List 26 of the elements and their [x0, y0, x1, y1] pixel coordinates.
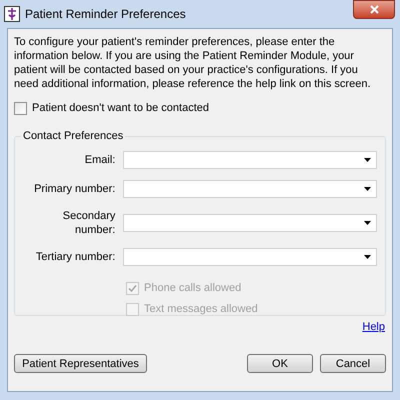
- checkbox-label: Patient doesn't want to be contacted: [32, 101, 209, 115]
- dropdown-arrow-icon: [364, 158, 371, 162]
- field-label: Primary number:: [33, 182, 116, 196]
- dropdown-arrow-icon: [364, 255, 371, 259]
- dropdown-arrow-icon: [364, 187, 371, 191]
- patient-representatives-button[interactable]: Patient Representatives: [14, 354, 147, 373]
- checkbox-label: Text messages allowed: [144, 302, 258, 316]
- cancel-button[interactable]: Cancel: [320, 354, 386, 373]
- dropdown-field[interactable]: [123, 214, 377, 232]
- help-link[interactable]: Help: [362, 320, 385, 334]
- ok-button[interactable]: OK: [247, 354, 313, 373]
- checkbox[interactable]: [14, 102, 27, 114]
- checkmark-icon: [128, 284, 137, 292]
- field-label: Tertiary number:: [34, 250, 116, 264]
- dropdown-field[interactable]: [123, 180, 377, 198]
- field-label: Secondary number:: [62, 209, 116, 237]
- close-icon: [370, 5, 378, 14]
- window-title: Patient Reminder Preferences: [25, 7, 186, 21]
- dropdown-field[interactable]: [123, 248, 377, 266]
- app-logo-icon: [4, 6, 20, 22]
- field-label: Email:: [84, 153, 116, 167]
- dropdown-arrow-icon: [364, 221, 371, 225]
- checkbox-label: Phone calls allowed: [144, 281, 242, 295]
- intro-text: To configure your patient's reminder preferences, please enter the information below. If you are using the Patient Reminder Module, your patient will be contacted based on your practice's configurations. If you need additional information, please reference the help link on this screen.: [14, 35, 372, 91]
- close-button[interactable]: [353, 0, 395, 19]
- dropdown-field[interactable]: [123, 151, 377, 169]
